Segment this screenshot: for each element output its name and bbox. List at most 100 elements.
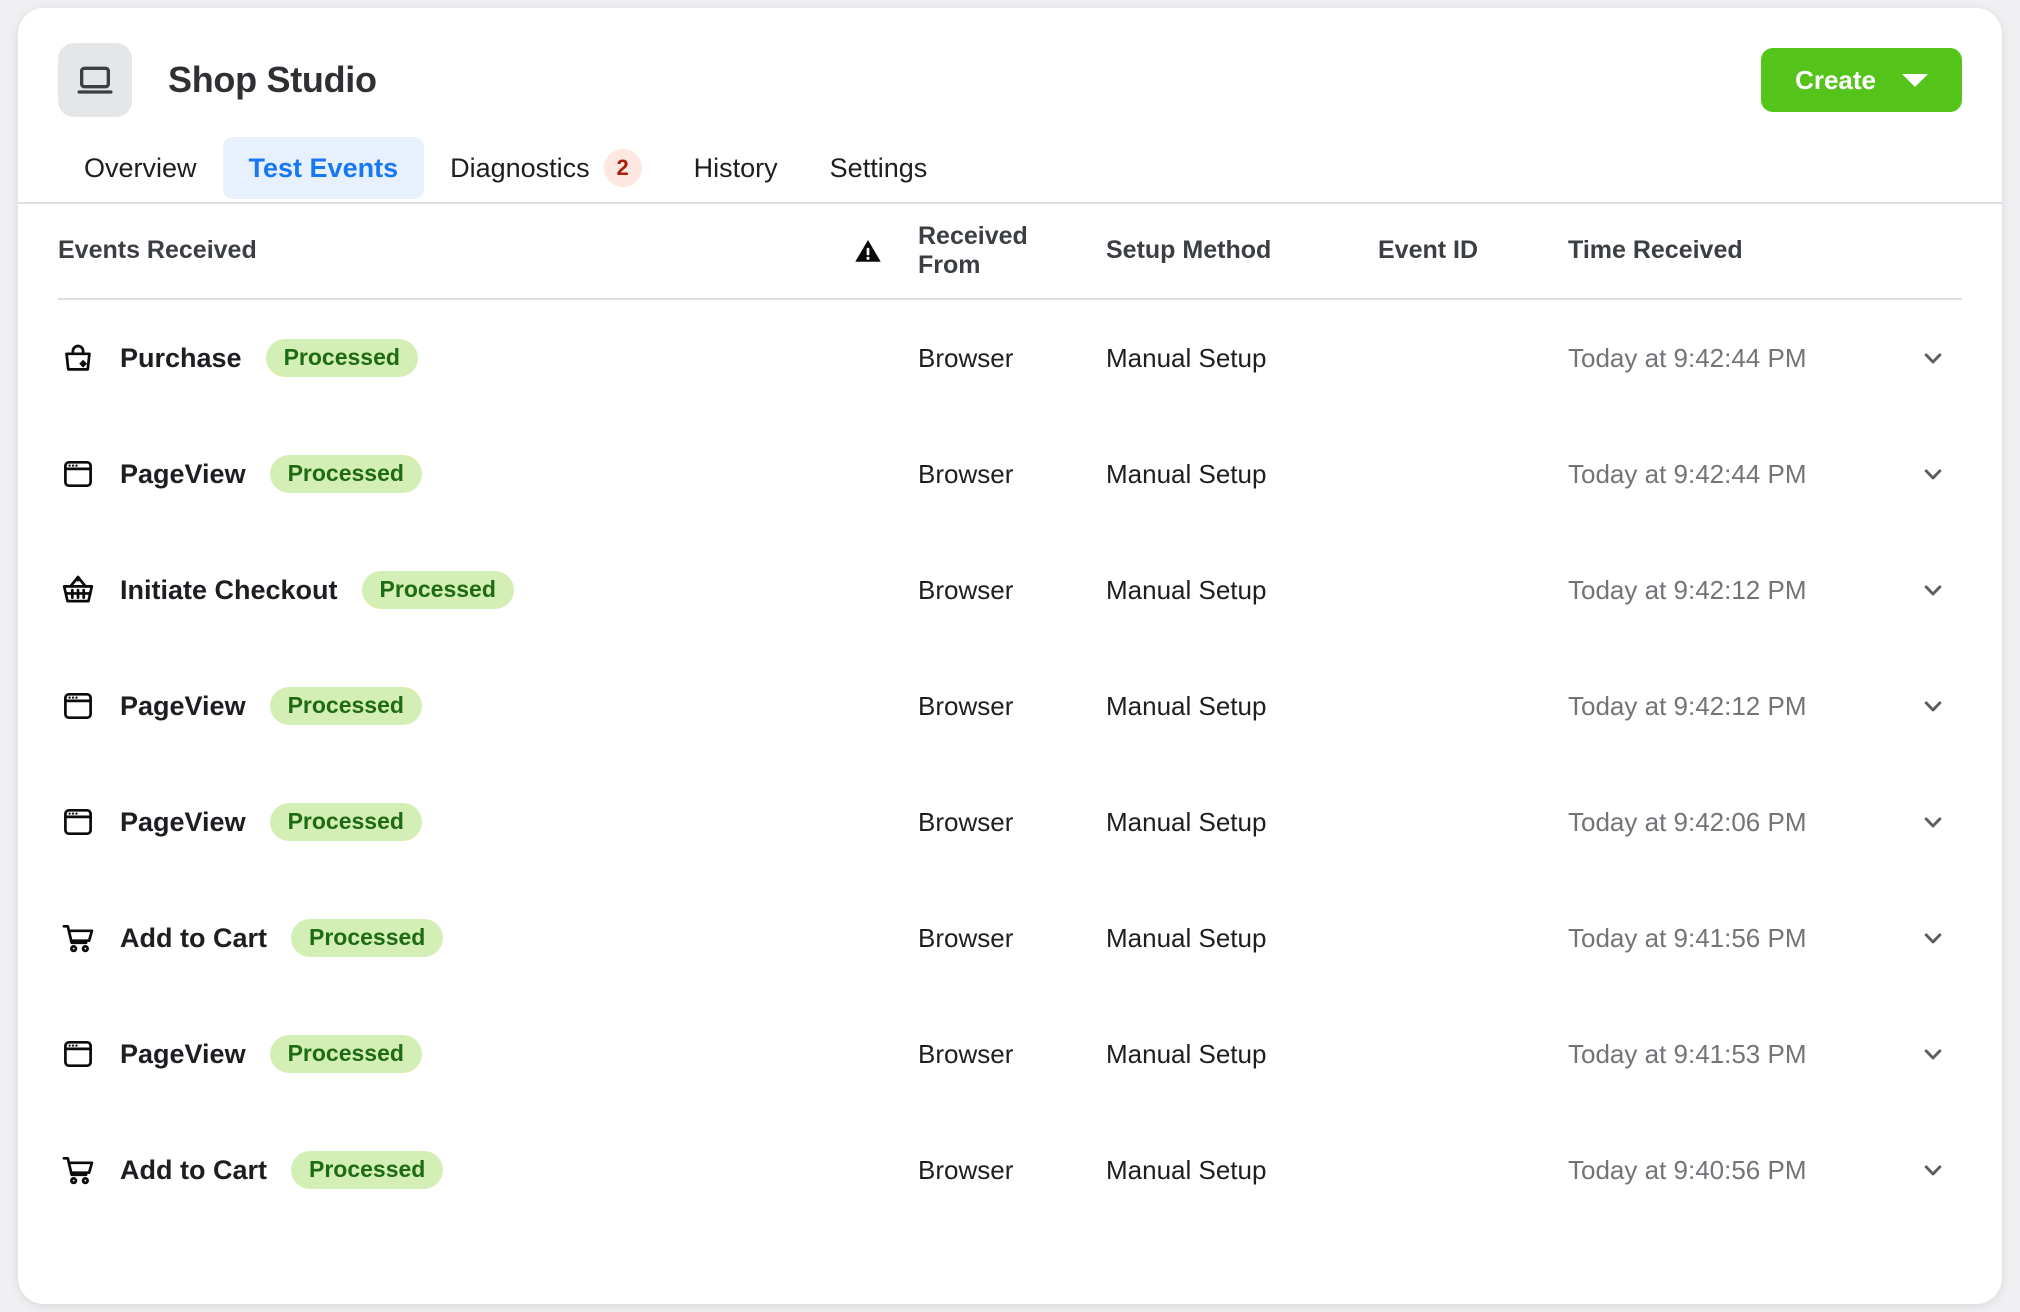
warning-triangle-icon xyxy=(818,236,918,266)
time-received-value: Today at 9:42:44 PM xyxy=(1568,458,1807,489)
received-from-value: Browser xyxy=(918,342,1014,373)
event-cell: PageView Processed xyxy=(58,454,818,494)
event-cell: Purchase Processed xyxy=(58,338,818,378)
browser-window-icon xyxy=(58,802,98,842)
time-received-cell: Today at 9:42:44 PM xyxy=(1568,457,1962,491)
time-received-value: Today at 9:42:12 PM xyxy=(1568,574,1807,605)
chevron-down-icon[interactable] xyxy=(1916,921,1950,955)
events-table: Events Received Received From Setup Metho… xyxy=(18,204,2002,1228)
chevron-down-icon[interactable] xyxy=(1916,1037,1950,1071)
tab-overview[interactable]: Overview xyxy=(58,137,223,199)
setup-method-value: Manual Setup xyxy=(1106,806,1267,837)
table-row[interactable]: Add to Cart Processed Browser Manual Setup T… xyxy=(58,880,1962,996)
chevron-down-icon[interactable] xyxy=(1916,573,1950,607)
laptop-icon xyxy=(58,43,132,117)
received-from-value: Browser xyxy=(918,922,1014,953)
time-received-cell: Today at 9:42:12 PM xyxy=(1568,689,1962,723)
create-button[interactable]: Create xyxy=(1761,48,1962,112)
shopping-cart-icon xyxy=(58,918,98,958)
basket-icon xyxy=(58,570,98,610)
event-name: PageView xyxy=(120,806,246,837)
page-title: Shop Studio xyxy=(168,59,377,100)
setup-method-value: Manual Setup xyxy=(1106,342,1267,373)
status-badge: Processed xyxy=(269,803,422,841)
tab-bar: Overview Test Events Diagnostics 2 Histo… xyxy=(18,132,2002,204)
time-received-value: Today at 9:41:53 PM xyxy=(1568,1038,1807,1069)
column-header-time-received: Time Received xyxy=(1568,236,1743,265)
chevron-down-icon[interactable] xyxy=(1916,341,1950,375)
browser-window-icon xyxy=(58,686,98,726)
table-row[interactable]: Add to Cart Processed Browser Manual Setup T… xyxy=(58,1112,1962,1228)
tab-label: History xyxy=(693,152,778,183)
event-cell: PageView Processed xyxy=(58,686,818,726)
tab-bar-divider xyxy=(18,202,2002,204)
tab-label: Diagnostics xyxy=(450,152,590,183)
time-received-value: Today at 9:42:12 PM xyxy=(1568,690,1807,721)
tab-label: Overview xyxy=(84,152,197,183)
tab-history[interactable]: History xyxy=(668,137,804,199)
tab-diagnostics[interactable]: Diagnostics 2 xyxy=(424,137,668,199)
tab-label: Test Events xyxy=(248,152,399,183)
time-received-value: Today at 9:42:06 PM xyxy=(1568,806,1807,837)
time-received-cell: Today at 9:41:53 PM xyxy=(1568,1037,1962,1071)
tab-test-events[interactable]: Test Events xyxy=(222,137,425,199)
setup-method-value: Manual Setup xyxy=(1106,922,1267,953)
time-received-cell: Today at 9:42:12 PM xyxy=(1568,573,1962,607)
received-from-value: Browser xyxy=(918,690,1014,721)
table-row[interactable]: PageView Processed Browser Manual Setup Toda… xyxy=(58,996,1962,1112)
column-header-received-from: Received From xyxy=(918,221,1028,280)
setup-method-value: Manual Setup xyxy=(1106,1154,1267,1185)
time-received-cell: Today at 9:42:06 PM xyxy=(1568,805,1962,839)
event-cell: PageView Processed xyxy=(58,1034,818,1074)
event-name: Add to Cart xyxy=(120,922,267,953)
table-row[interactable]: PageView Processed Browser Manual Setup Toda… xyxy=(58,416,1962,532)
setup-method-value: Manual Setup xyxy=(1106,458,1267,489)
create-button-label: Create xyxy=(1795,64,1876,95)
received-from-value: Browser xyxy=(918,1038,1014,1069)
event-name: PageView xyxy=(120,1038,246,1069)
chevron-down-icon[interactable] xyxy=(1916,457,1950,491)
received-from-value: Browser xyxy=(918,1154,1014,1185)
setup-method-value: Manual Setup xyxy=(1106,690,1267,721)
table-row[interactable]: Purchase Processed Browser Manual Setup Toda… xyxy=(58,300,1962,416)
shopping-cart-icon xyxy=(58,1150,98,1190)
received-from-value: Browser xyxy=(918,806,1014,837)
shopping-bag-icon xyxy=(58,338,98,378)
event-cell: PageView Processed xyxy=(58,802,818,842)
time-received-value: Today at 9:40:56 PM xyxy=(1568,1154,1807,1185)
column-header-setup-method: Setup Method xyxy=(1106,236,1272,265)
table-row[interactable]: PageView Processed Browser Manual Setup Toda… xyxy=(58,648,1962,764)
chevron-down-icon[interactable] xyxy=(1916,1153,1950,1187)
table-row[interactable]: PageView Processed Browser Manual Setup Toda… xyxy=(58,764,1962,880)
event-name: Add to Cart xyxy=(120,1154,267,1185)
status-badge: Processed xyxy=(290,919,444,957)
time-received-value: Today at 9:41:56 PM xyxy=(1568,922,1807,953)
status-badge: Processed xyxy=(290,1151,444,1189)
time-received-cell: Today at 9:40:56 PM xyxy=(1568,1153,1962,1187)
table-body: Purchase Processed Browser Manual Setup Toda… xyxy=(58,300,1962,1228)
column-header-events-received: Events Received xyxy=(58,236,257,265)
event-name: PageView xyxy=(120,690,246,721)
tab-label: Settings xyxy=(829,152,928,183)
chevron-down-icon[interactable] xyxy=(1916,805,1950,839)
table-header-row: Events Received Received From Setup Metho… xyxy=(58,204,1962,300)
received-from-value: Browser xyxy=(918,574,1014,605)
chevron-down-icon xyxy=(1902,73,1928,87)
status-badge: Processed xyxy=(269,687,422,725)
status-badge: Processed xyxy=(265,339,418,377)
event-name: Initiate Checkout xyxy=(120,574,338,605)
status-badge: Processed xyxy=(361,571,514,609)
diagnostics-count-badge: 2 xyxy=(603,149,642,187)
status-badge: Processed xyxy=(269,455,422,493)
browser-window-icon xyxy=(58,454,98,494)
received-from-value: Browser xyxy=(918,458,1014,489)
table-row[interactable]: Initiate Checkout Processed Browser Manual … xyxy=(58,532,1962,648)
time-received-value: Today at 9:42:44 PM xyxy=(1568,342,1807,373)
chevron-down-icon[interactable] xyxy=(1916,689,1950,723)
app-header: Shop Studio Create xyxy=(18,8,2002,118)
column-header-event-id: Event ID xyxy=(1378,236,1479,265)
tab-settings[interactable]: Settings xyxy=(804,137,954,199)
browser-window-icon xyxy=(58,1034,98,1074)
time-received-cell: Today at 9:41:56 PM xyxy=(1568,921,1962,955)
setup-method-value: Manual Setup xyxy=(1106,574,1267,605)
